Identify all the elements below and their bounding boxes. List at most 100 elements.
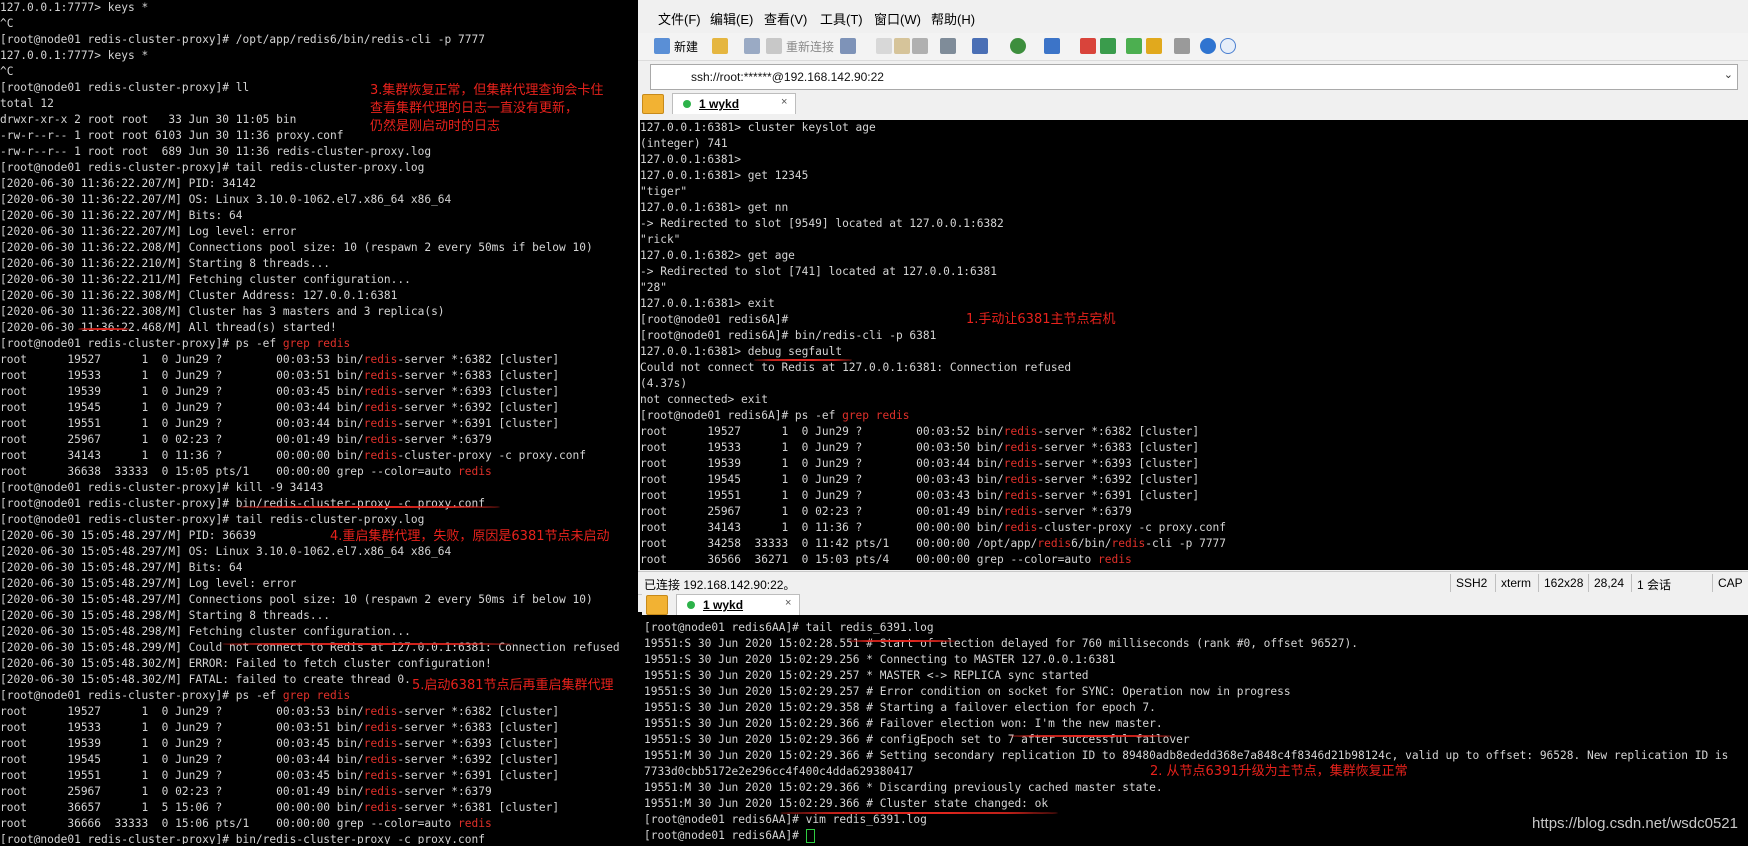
highlighted-text: redis	[363, 721, 398, 734]
terminal-text: -server *:6382 [cluster]	[397, 353, 560, 366]
terminal-line: 127.0.0.1:6381> debug segfault	[640, 344, 1748, 360]
terminal-line: [2020-06-30 11:36:22.211/M] Fetching clu…	[0, 272, 636, 288]
terminal-text: -cli -p 7777	[1145, 537, 1227, 550]
find-icon[interactable]	[912, 38, 928, 54]
tunnel-icon[interactable]	[1100, 38, 1116, 54]
properties-icon[interactable]	[840, 38, 856, 54]
terminal-text: root 19539 1 0 Jun29 ? 00:03:45 bin/	[0, 737, 364, 750]
terminal-text: -server *:6393 [cluster]	[397, 737, 560, 750]
chevron-down-icon[interactable]: ⌄	[1724, 68, 1733, 81]
globe-icon[interactable]	[1010, 38, 1026, 54]
terminal-line: 19551:S 30 Jun 2020 15:02:29.358 # Start…	[644, 700, 1748, 716]
terminal-line: root 19545 1 0 Jun29 ? 00:03:44 bin/redi…	[0, 752, 636, 768]
underline-mark	[238, 506, 500, 508]
print-icon[interactable]	[940, 38, 956, 54]
terminal-text: [root@node01 redis-cluster-proxy]# /opt/…	[0, 33, 485, 46]
address-bar[interactable]: ssh://root:******@192.168.142.90:22 ⌄	[650, 64, 1738, 90]
xftp-icon[interactable]	[1080, 38, 1096, 54]
status-bar: 已连接 192.168.142.90:22。 SSH2 xterm 162x28…	[638, 571, 1748, 595]
watermark: https://blog.csdn.net/wsdc0521	[1532, 815, 1738, 832]
highlighted-text: redis	[363, 385, 398, 398]
terminal-text: [2020-06-30 11:36:22.308/M] Cluster Addr…	[0, 289, 398, 302]
terminal-text: 19551:S 30 Jun 2020 15:02:28.551 # Start…	[644, 637, 1358, 650]
font-icon[interactable]	[1044, 38, 1060, 54]
menu-file[interactable]: 文件(F)	[658, 9, 701, 28]
close-icon[interactable]: ×	[785, 597, 791, 609]
terminal-text: root 19551 1 0 Jun29 ? 00:03:43 bin/	[640, 489, 1004, 502]
terminal-text: 127.0.0.1:6382> get age	[640, 249, 795, 262]
keyboard-icon[interactable]	[1174, 38, 1190, 54]
terminal-line: [root@node01 redis-cluster-proxy]# bin/r…	[0, 832, 636, 844]
link-icon[interactable]	[744, 38, 760, 54]
menu-view[interactable]: 查看(V)	[764, 9, 807, 28]
terminal-line: root 34258 33333 0 11:42 pts/1 00:00:00 …	[640, 536, 1748, 552]
terminal-text: -server *:6382 [cluster]	[397, 705, 560, 718]
terminal-line: 19551:S 30 Jun 2020 15:02:29.257 * MASTE…	[644, 668, 1748, 684]
address-text: ssh://root:******@192.168.142.90:22	[691, 70, 884, 84]
terminal-text: 19551:S 30 Jun 2020 15:02:29.366 # Failo…	[644, 717, 1163, 730]
chat-icon[interactable]	[1220, 38, 1236, 54]
terminal-line: root 19551 1 0 Jun29 ? 00:03:43 bin/redi…	[640, 488, 1748, 504]
terminal-line: [2020-06-30 11:36:22.308/M] Cluster has …	[0, 304, 636, 320]
terminal-text: 127.0.0.1:6381> debug segfault	[640, 345, 843, 358]
lock-icon[interactable]	[1146, 38, 1162, 54]
terminal-line: "28"	[640, 280, 1748, 296]
annotation-step-1: 1.手动让6381主节点宕机	[966, 312, 1116, 327]
terminal-line: [root@node01 redis-cluster-proxy]# tail …	[0, 160, 636, 176]
menu-window[interactable]: 窗口(W)	[874, 9, 921, 28]
terminal-text: root 19545 1 0 Jun29 ? 00:03:44 bin/	[0, 753, 364, 766]
tab-menu-icon[interactable]	[642, 94, 664, 114]
highlighted-text: redis	[1003, 489, 1038, 502]
terminal-line: 19551:S 30 Jun 2020 15:02:29.366 # confi…	[644, 732, 1748, 748]
terminal-line: root 19551 1 0 Jun29 ? 00:03:44 bin/redi…	[0, 416, 636, 432]
menu-help[interactable]: 帮助(H)	[931, 9, 975, 28]
open-folder-icon[interactable]	[712, 38, 728, 54]
top-terminal[interactable]: 127.0.0.1:6381> cluster keyslot age (inte…	[640, 120, 1748, 570]
terminal-line: [2020-06-30 11:36:22.207/M] PID: 34142	[0, 176, 636, 192]
fullscreen-icon[interactable]	[1126, 38, 1142, 54]
terminal-text: "rick"	[640, 233, 681, 246]
terminal-text: 19551:S 30 Jun 2020 15:02:29.256 * Conne…	[644, 653, 1116, 666]
terminal-text: [2020-06-30 11:36:22.207/M] PID: 34142	[0, 177, 256, 190]
highlighted-text: redis	[363, 801, 398, 814]
terminal-text: root 19539 1 0 Jun29 ? 00:03:44 bin/	[640, 457, 1004, 470]
close-icon[interactable]: ×	[781, 96, 787, 108]
terminal-text: -cluster-proxy -c proxy.conf	[397, 449, 586, 462]
terminal-line: root 19539 1 0 Jun29 ? 00:03:45 bin/redi…	[0, 736, 636, 752]
terminal-text: [root@node01 redis6AA]# tail redis_6391.…	[644, 621, 934, 634]
terminal-text: [2020-06-30 15:05:48.297/M] Bits: 64	[0, 561, 243, 574]
highlighted-text: redis	[363, 369, 398, 382]
reconnect-button[interactable]: 重新连接	[786, 38, 834, 56]
terminal-text: 127.0.0.1:6381>	[640, 153, 742, 166]
menu-tools[interactable]: 工具(T)	[820, 9, 863, 28]
terminal-line: 127.0.0.1:7777> keys *	[0, 48, 636, 64]
copy-icon[interactable]	[876, 38, 892, 54]
terminal-line: [root@node01 redis-cluster-proxy]# ps -e…	[0, 336, 636, 352]
terminal-text: [root@node01 redis-cluster-proxy]# tail …	[0, 161, 425, 174]
terminal-text: [2020-06-30 15:05:48.302/M] FATAL: faile…	[0, 673, 411, 686]
color-scheme-icon[interactable]	[972, 38, 988, 54]
annotation-step-2: 2. 从节点6391升级为主节点，集群恢复正常	[1150, 764, 1408, 779]
menu-bar: 文件(F) 编辑(E) 查看(V) 工具(T) 窗口(W) 帮助(H)	[638, 0, 1748, 33]
reconnect-icon[interactable]	[766, 38, 782, 54]
tab-wykd-top[interactable]: 1 wykd ×	[672, 93, 796, 114]
underline-mark	[848, 640, 956, 642]
terminal-text: -> Redirected to slot [741] located at 1…	[640, 265, 997, 278]
highlighted-text: redis	[1003, 521, 1038, 534]
paste-icon[interactable]	[894, 38, 910, 54]
terminal-line: [2020-06-30 11:36:22.210/M] Starting 8 t…	[0, 256, 636, 272]
terminal-text: root 19545 1 0 Jun29 ? 00:03:44 bin/	[0, 401, 364, 414]
tab-menu-icon[interactable]	[646, 595, 668, 615]
terminal-line: 19551:S 30 Jun 2020 15:02:29.257 # Error…	[644, 684, 1748, 700]
new-session-button[interactable]: 新建	[674, 38, 698, 56]
new-session-icon[interactable]	[654, 38, 670, 54]
terminal-text: root 25967 1 0 02:23 ? 00:01:49 bin/	[640, 505, 1004, 518]
tab-wykd-bottom[interactable]: 1 wykd ×	[676, 594, 800, 615]
menu-edit[interactable]: 编辑(E)	[710, 9, 753, 28]
highlighted-text: grep redis	[282, 689, 351, 702]
terminal-text: root 34143 1 0 11:36 ? 00:00:00 bin/	[0, 449, 364, 462]
terminal-line: 127.0.0.1:7777> keys *	[0, 0, 636, 16]
help-icon[interactable]	[1200, 38, 1216, 54]
terminal-text: 127.0.0.1:6381> get nn	[640, 201, 789, 214]
underline-mark	[1010, 735, 1172, 737]
